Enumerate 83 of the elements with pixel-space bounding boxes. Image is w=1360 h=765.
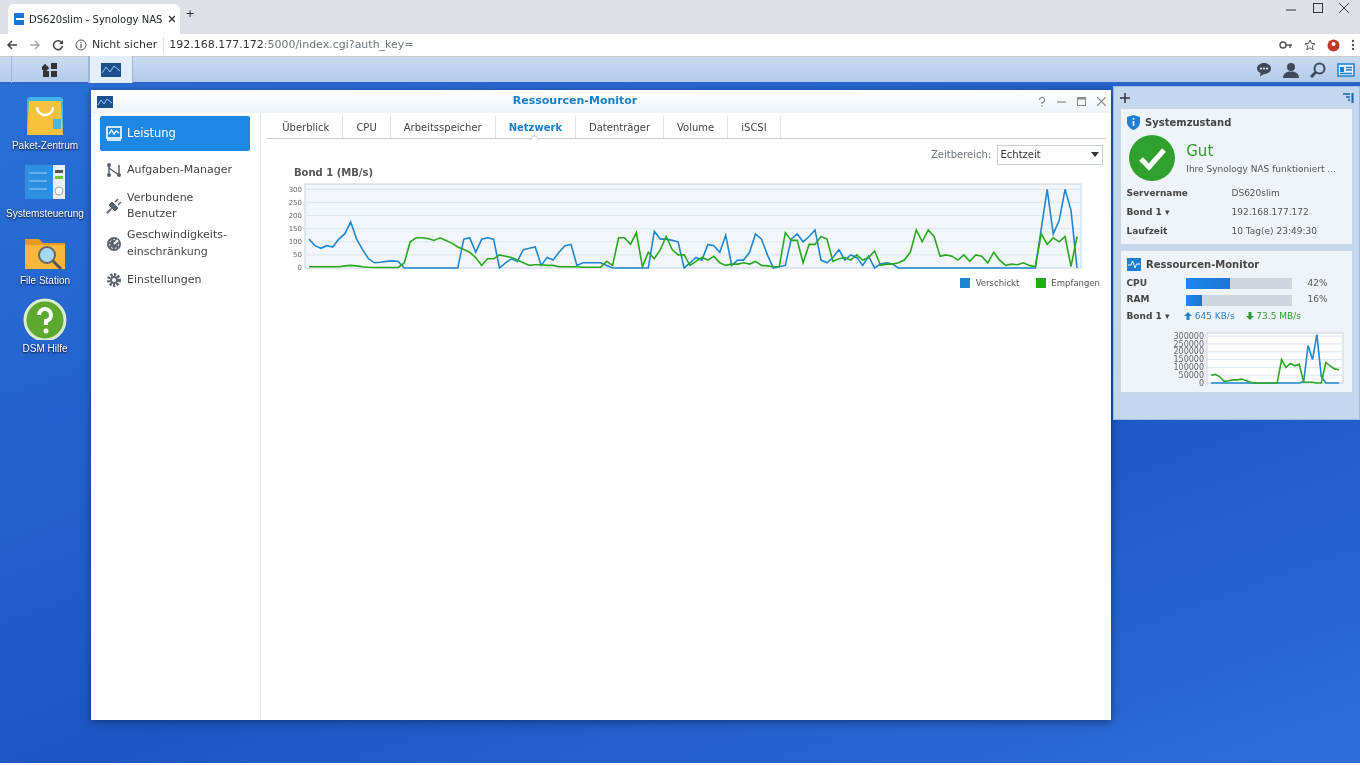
sidebar-item[interactable]: Geschwindigkeits-einschränkung xyxy=(100,226,250,262)
help-icon[interactable] xyxy=(1037,96,1046,107)
add-icon[interactable] xyxy=(1119,92,1130,103)
interface-dropdown[interactable]: Bond 1 ▾ xyxy=(1126,205,1232,219)
time-range-dropdown[interactable]: Echtzeit xyxy=(996,144,1103,165)
info-icon[interactable] xyxy=(74,39,87,51)
close-icon[interactable] xyxy=(1339,2,1349,13)
sidebar-item[interactable]: Aufgaben-Manager xyxy=(100,153,250,186)
tab[interactable]: Überblick xyxy=(269,116,344,138)
meter-reading: 42% xyxy=(1306,277,1328,290)
browser-tab[interactable]: DS620slim - Synology NAS xyxy=(8,4,180,34)
task-graph-icon xyxy=(105,161,122,178)
menu-icon[interactable] xyxy=(1350,39,1355,51)
field-value: 192.168.177.172 xyxy=(1231,205,1309,219)
info-shield-icon xyxy=(1126,114,1140,130)
field-value: 10 Tag(e) 23:49:30 xyxy=(1231,224,1317,238)
widget-title: Systemzustand xyxy=(1145,115,1232,130)
download-icon xyxy=(1245,312,1254,321)
reload-icon[interactable] xyxy=(51,39,64,51)
desktop-icon-label[interactable]: DSM Hilfe xyxy=(22,343,68,355)
settings-icon xyxy=(105,272,122,288)
check-icon xyxy=(1129,135,1176,181)
axis-label: 50000 xyxy=(1178,370,1204,380)
meter-label: CPU xyxy=(1126,277,1148,290)
profile-icon[interactable] xyxy=(1326,38,1340,52)
tab[interactable]: Datenträger xyxy=(576,116,665,138)
monitor-icon xyxy=(1126,257,1141,271)
security-label: Nicht sicher xyxy=(92,36,164,54)
maximize-icon[interactable] xyxy=(1312,2,1323,13)
close-icon[interactable] xyxy=(167,15,175,23)
chart-title: Bond 1 (MB/s) xyxy=(293,165,374,180)
panel-icon[interactable] xyxy=(1342,92,1354,103)
desktop-icon-label[interactable]: File Station xyxy=(20,275,70,288)
status-text: Gut xyxy=(1186,141,1215,162)
sidebar-item[interactable]: Einstellungen xyxy=(100,264,250,296)
axis-label: 300000 xyxy=(1172,331,1204,341)
caret-icon xyxy=(1091,152,1099,157)
monitor-icon[interactable] xyxy=(101,62,121,77)
tab[interactable]: iSCSI xyxy=(728,116,781,138)
monitor-icon xyxy=(96,95,113,108)
new-tab-button[interactable]: + xyxy=(185,5,195,34)
tab[interactable]: Arbeitsspeicher xyxy=(390,116,496,138)
star-icon[interactable] xyxy=(1303,39,1316,51)
download-rate: 73.5 MB/s xyxy=(1256,309,1301,323)
axis-label: 250000 xyxy=(1172,339,1204,349)
axis-label: 200000 xyxy=(1172,346,1204,356)
meter-label: RAM xyxy=(1126,293,1151,307)
search-icon[interactable] xyxy=(1309,61,1326,78)
legend-label: Empfangen xyxy=(1051,277,1100,290)
gauge-icon xyxy=(105,235,122,252)
upload-icon xyxy=(1184,312,1192,321)
tab[interactable]: CPU xyxy=(343,116,391,138)
user-icon[interactable] xyxy=(1282,61,1299,78)
field-value: DS620slim xyxy=(1231,186,1280,200)
upload-rate: 645 KB/s xyxy=(1194,309,1235,323)
back-icon[interactable] xyxy=(5,39,18,51)
interface-dropdown[interactable]: Bond 1 ▾ xyxy=(1126,309,1179,323)
time-range-label: Zeitbereich: xyxy=(931,148,992,162)
tab-title: DS620slim - Synology NAS xyxy=(29,12,163,27)
plug-icon xyxy=(105,198,122,214)
sidebar-item[interactable]: Leistung xyxy=(100,116,250,151)
sidebar-item[interactable]: Verbundene Benutzer xyxy=(100,188,250,224)
desktop-icon-label[interactable]: Paket-Zentrum xyxy=(11,139,79,152)
axis-label: 100000 xyxy=(1172,362,1204,372)
window-title: Ressourcen-Monitor xyxy=(511,93,639,110)
meter-reading: 16% xyxy=(1306,293,1328,307)
field-label: Laufzeit xyxy=(1126,224,1169,238)
help-icon[interactable] xyxy=(23,298,67,341)
key-icon[interactable] xyxy=(1278,40,1293,50)
axis-label: 0 xyxy=(1198,378,1204,387)
legend-label: Verschickt xyxy=(975,277,1020,290)
desktop-icon-label[interactable]: Systemsteuerung xyxy=(6,207,84,220)
status-message: Ihre Synology NAS funktioniert ... xyxy=(1186,162,1336,176)
axis-label: 150000 xyxy=(1172,354,1204,364)
field-label: Servername xyxy=(1126,186,1189,200)
chat-icon[interactable] xyxy=(1255,62,1272,77)
favicon-icon xyxy=(13,13,24,25)
performance-icon xyxy=(105,125,122,142)
main-menu-icon[interactable] xyxy=(42,61,58,78)
widgets-icon[interactable] xyxy=(1336,62,1355,77)
address-field[interactable]: 192.168.177.172:5000/index.cgi?auth_key= xyxy=(169,36,414,54)
tab[interactable]: Volume xyxy=(664,116,729,138)
widget-title: Ressourcen-Monitor xyxy=(1146,257,1260,272)
